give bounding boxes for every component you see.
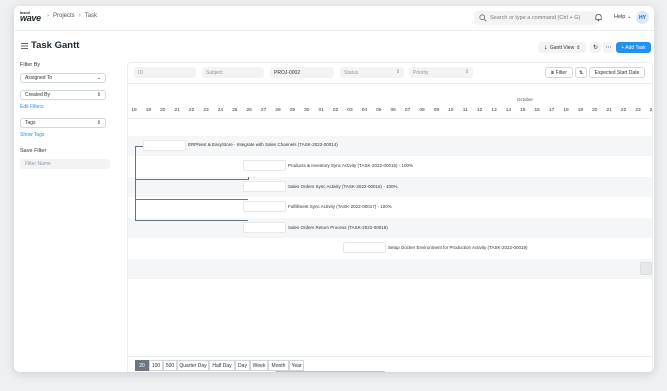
view-mode-button[interactable]: Month (268, 360, 289, 371)
filter-button[interactable]: ⩩ Filter (545, 67, 573, 78)
task-bar[interactable] (243, 222, 286, 233)
page-header: Task Gantt ⇣ Gantt View ⇕ ↻ ⋯ + Add Task (14, 30, 654, 60)
task-bar-label: Sales Orders Return Process (TASK-2022-0… (288, 225, 388, 230)
show-tags-link[interactable]: Show Tags (20, 132, 122, 138)
add-task-button[interactable]: + Add Task (616, 42, 651, 53)
task-bar-label: Fulfillment Sync Activity (TASK-2022-000… (288, 204, 392, 209)
chevron-down-icon: ⌄ (626, 14, 632, 20)
priority-filter-select[interactable]: Priority ⇕ (409, 67, 473, 78)
assigned-to-select[interactable]: Assigned To ⌄ (20, 73, 106, 83)
gantt-row (128, 218, 652, 238)
dependency-arrow (135, 220, 248, 221)
sort-field-button[interactable]: Expected Start Date (589, 67, 645, 78)
dependency-arrow (135, 146, 136, 221)
status-filter-select[interactable]: Status ⇕ (340, 67, 404, 78)
search-icon (479, 14, 487, 22)
chevron-updown-icon: ⇕ (96, 92, 101, 98)
tags-label: Tags (25, 120, 36, 126)
standard-filters: ID Subject PROJ-0002 Status ⇕ Priority ⇕… (128, 63, 652, 84)
filter-sidebar: Filter By Assigned To ⌄ Created By ⇕ Edi… (20, 62, 122, 169)
subject-filter-input[interactable]: Subject (202, 67, 264, 78)
task-bar[interactable] (243, 181, 286, 192)
chevron-right-icon: › (78, 13, 81, 19)
gantt-panel: ID Subject PROJ-0002 Status ⇕ Priority ⇕… (127, 62, 653, 372)
month-label: October (517, 97, 534, 102)
chevron-down-icon: ⌄ (96, 75, 101, 81)
task-bar[interactable] (343, 242, 386, 253)
view-mode-button[interactable]: Quarter Day (177, 360, 209, 371)
created-by-select[interactable]: Created By ⇕ (20, 90, 106, 100)
task-bar[interactable] (243, 160, 286, 171)
task-bar[interactable] (243, 201, 286, 212)
dependency-arrow (135, 146, 143, 147)
view-selector-label: Gantt View (549, 44, 575, 51)
sidebar-toggle-icon[interactable] (21, 43, 28, 49)
view-mode-bar: 20 100 500 Quarter Day Half Day Day Week Month Y… (128, 356, 652, 372)
filter-by-label: Filter By (20, 62, 41, 68)
sort-order-button[interactable]: ⇅ (575, 67, 587, 78)
task-bar-label: Setup Docker Environment for Production … (388, 245, 528, 250)
days-header: 18 19 20 21 22 23 24 25 26 27 28 29 30 01 02 03 04 05 06 07… (128, 106, 652, 119)
view-mode-button[interactable]: Half Day (209, 360, 235, 371)
view-mode-button[interactable]: 20 (135, 360, 149, 371)
logo-big-text: wave (20, 13, 41, 23)
page-title: Task Gantt (31, 40, 80, 51)
task-bar-label: Products & Inventory Sync Activity (TASK… (288, 163, 413, 168)
gantt-row (128, 280, 652, 300)
refresh-button[interactable]: ↻ (590, 42, 601, 53)
view-mode-button[interactable]: Year (289, 360, 304, 371)
chevron-updown-icon: ⇕ (96, 120, 101, 126)
gantt-chart: October 18 19 20 21 22 23 24 25 26 27 28 29 30 01 02 03… (128, 84, 652, 372)
chevron-right-icon: › (47, 13, 49, 19)
gantt-view-icon: ⇣ (543, 44, 548, 51)
search-bar[interactable]: Search or type a command (Ctrl + G) (474, 11, 597, 25)
dependency-arrow (248, 177, 249, 180)
app-window: brand wave › Projects › Task Search or t… (14, 6, 654, 372)
save-filter-label: Save Filter (20, 148, 47, 154)
project-filter-input[interactable]: PROJ-0002 (270, 67, 334, 78)
view-selector[interactable]: ⇣ Gantt View ⇕ (538, 42, 586, 53)
edit-filters-link[interactable]: Edit Filters (20, 104, 122, 110)
refresh-icon: ↻ (592, 45, 599, 51)
filter-name-input[interactable]: Filter Name (20, 159, 110, 169)
view-mode-button[interactable]: Day (235, 360, 250, 371)
navbar: brand wave › Projects › Task Search or t… (14, 6, 654, 31)
dependency-arrow (135, 179, 248, 180)
help-dropdown[interactable]: Help ⌄ (614, 14, 631, 20)
view-mode-button[interactable]: Week (250, 360, 268, 371)
notification-bell-icon[interactable] (594, 13, 603, 22)
task-bar-label: ERPNext & EasyStore - Integrate with Sal… (188, 142, 338, 147)
assigned-to-label: Assigned To (25, 75, 53, 81)
chevron-updown-icon: ⇕ (395, 69, 400, 75)
gantt-row (128, 259, 652, 279)
chevron-updown-icon: ⇕ (464, 69, 469, 75)
filter-button-label: Filter (555, 69, 567, 76)
chevron-updown-icon: ⇕ (576, 44, 581, 51)
breadcrumb-projects[interactable]: Projects (53, 13, 75, 19)
search-placeholder: Search or type a command (Ctrl + G) (490, 15, 581, 21)
app-logo[interactable]: brand wave (20, 11, 42, 24)
view-mode-button[interactable]: 500 (163, 360, 177, 371)
breadcrumb: › Projects › Task (47, 13, 97, 19)
day-label: 24 (649, 108, 653, 113)
task-bar-label: Sales Orders Sync Activity (TASK-2022-00… (288, 184, 398, 189)
help-label: Help (614, 14, 626, 20)
ellipsis-icon: ⋯ (605, 45, 612, 51)
more-menu-button[interactable]: ⋯ (603, 42, 614, 53)
dependency-arrow (135, 199, 248, 200)
id-filter-input[interactable]: ID (134, 67, 196, 78)
sort-icon: ⇅ (578, 69, 584, 76)
breadcrumb-task[interactable]: Task (85, 13, 97, 19)
view-mode-button[interactable]: 100 (149, 360, 163, 371)
created-by-label: Created By (25, 92, 51, 98)
task-bar[interactable] (640, 262, 652, 275)
avatar[interactable]: HY (636, 11, 649, 24)
task-bar[interactable] (143, 140, 186, 151)
priority-placeholder: Priority (413, 69, 429, 76)
status-placeholder: Status (344, 69, 359, 76)
filter-icon: ⩩ (551, 69, 554, 76)
tags-select[interactable]: Tags ⇕ (20, 118, 106, 128)
